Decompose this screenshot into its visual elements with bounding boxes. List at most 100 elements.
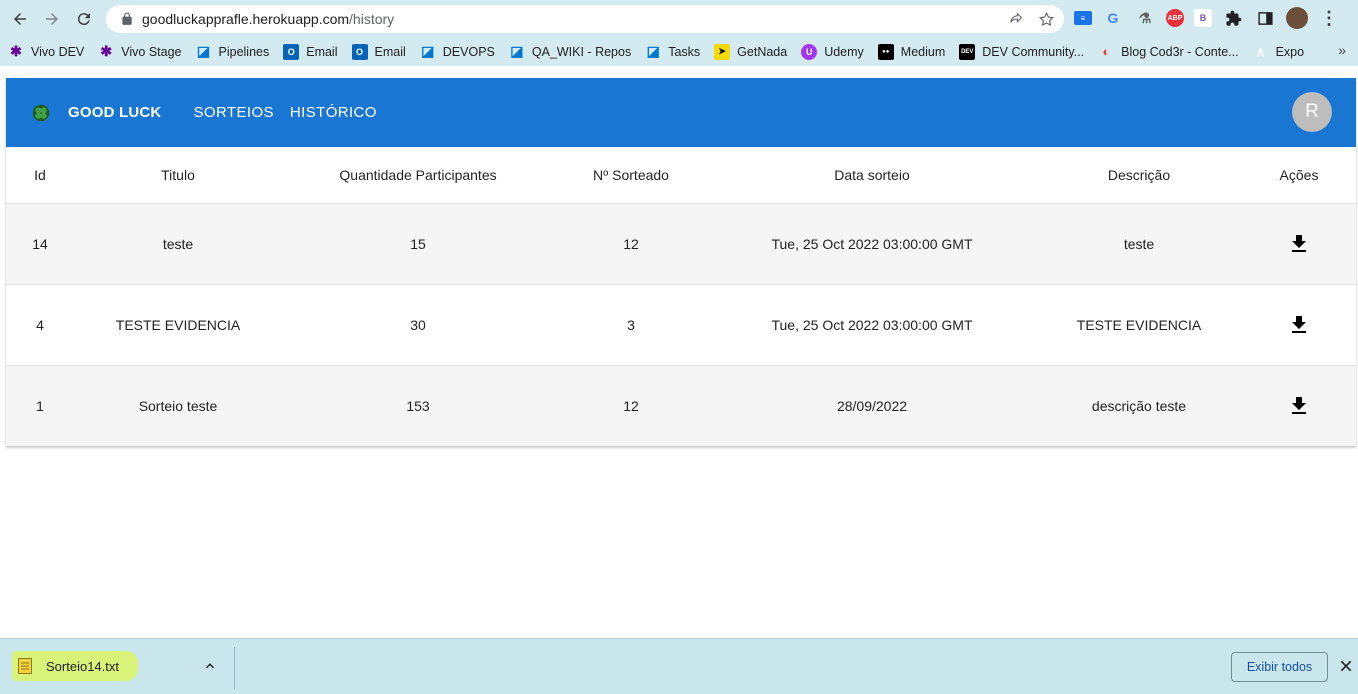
history-table-container: Id Titulo Quantidade Participantes Nº So… [6, 147, 1356, 446]
browser-toolbar: goodluckapprafle.herokuapp.com/history ≡… [0, 0, 1358, 37]
getnada-icon: ➤ [714, 43, 731, 60]
page-gap [0, 66, 1358, 78]
cell-acoes [1242, 203, 1356, 285]
bookmark-label: Email [374, 44, 406, 59]
brand-title: GOOD LUCK [68, 104, 162, 121]
bookmark-item[interactable]: ➤ GetNada [714, 43, 788, 60]
nav-sorteios[interactable]: SORTEIOS [193, 104, 273, 121]
adblock-plus-icon[interactable]: ABP [1166, 9, 1184, 27]
app-header: GOOD LUCK SORTEIOS HISTÓRICO R [6, 78, 1356, 147]
vivo-icon: ✱ [10, 43, 22, 59]
bookmark-label: Vivo DEV [31, 44, 85, 59]
azure-devops-icon: ◪ [646, 43, 660, 59]
bookmark-star-icon[interactable] [1036, 9, 1056, 29]
bookmark-label: QA_WIKI - Repos [531, 44, 632, 59]
outlook-icon: O [351, 43, 368, 60]
cell-numero: 12 [554, 365, 708, 446]
bookmark-item[interactable]: ✱ Vivo Stage [98, 43, 182, 60]
bookmark-item[interactable]: O Email [351, 43, 406, 60]
translate-extension-icon[interactable]: G [1102, 7, 1124, 29]
download-item[interactable]: Sorteio14.txt [12, 651, 138, 681]
share-icon[interactable] [1006, 9, 1026, 29]
bookmark-label: Tasks [668, 44, 701, 59]
profile-avatar[interactable] [1286, 7, 1308, 29]
bookmark-item[interactable]: ●● Medium [877, 43, 946, 60]
azure-devops-icon: ◪ [510, 43, 524, 59]
header-data-sorteio: Data sorteio [708, 147, 1036, 204]
chevron-up-icon[interactable] [203, 659, 217, 673]
bookmark-label: DEV Community... [982, 44, 1085, 59]
show-all-downloads-button[interactable]: Exibir todos [1231, 652, 1328, 682]
download-icon[interactable] [1287, 232, 1311, 256]
bookmark-item[interactable]: ◪ QA_WIKI - Repos [509, 43, 632, 60]
download-shelf: Sorteio14.txt Exibir todos [0, 638, 1358, 694]
bookmark-item[interactable]: DEV DEV Community... [959, 43, 1085, 60]
bookmark-label: Email [306, 44, 338, 59]
udemy-icon: U [801, 43, 818, 60]
azure-devops-icon: ◪ [196, 43, 211, 59]
google-icon: ◐ [1102, 44, 1111, 59]
forward-button[interactable] [36, 3, 68, 35]
contact-card-extension-icon[interactable]: ≡ [1074, 11, 1092, 25]
table-row: 4 TESTE EVIDENCIA 30 3 Tue, 25 Oct 2022 … [6, 284, 1356, 366]
header-quantidade: Quantidade Participantes [282, 147, 554, 204]
cell-data: Tue, 25 Oct 2022 03:00:00 GMT [708, 284, 1036, 366]
table-row: 14 teste 15 12 Tue, 25 Oct 2022 03:00:00… [6, 203, 1356, 285]
user-avatar[interactable]: R [1292, 92, 1332, 132]
back-button[interactable] [4, 3, 36, 35]
nav-historico[interactable]: HISTÓRICO [290, 104, 377, 121]
azure-devops-icon: ◪ [421, 43, 435, 59]
header-acoes: Ações [1242, 147, 1356, 204]
download-icon[interactable] [1287, 394, 1311, 418]
puzzle-extensions-icon[interactable] [1222, 7, 1244, 29]
download-icon[interactable] [1287, 313, 1311, 337]
bookmark-label: Pipelines [218, 44, 270, 59]
side-panel-icon[interactable] [1254, 7, 1276, 29]
bookmark-item[interactable]: U Udemy [801, 43, 864, 60]
bookmark-label: Medium [900, 44, 946, 59]
bookmark-label: Udemy [824, 44, 864, 59]
header-numero-sorteado: Nº Sorteado [554, 147, 708, 204]
cell-quantidade: 15 [282, 203, 554, 285]
text-file-icon [18, 658, 32, 674]
cell-numero: 3 [554, 284, 708, 366]
cell-acoes [1242, 284, 1356, 366]
bookmark-label: Blog Cod3r - Conte... [1121, 44, 1239, 59]
bookmarks-bar: ✱ Vivo DEV ✱ Vivo Stage ◪ Pipelines O Email O Ema… [0, 37, 1358, 66]
bookmark-label: Vivo Stage [121, 44, 182, 59]
bootstrap-extension-icon[interactable]: B [1194, 9, 1212, 27]
cell-descricao: descrição teste [1036, 365, 1242, 446]
bookmark-label: DEVOPS [442, 44, 495, 59]
bookmark-item[interactable]: ✱ Vivo DEV [8, 43, 85, 60]
bookmark-item[interactable]: ◐ Blog Cod3r - Conte... [1098, 44, 1238, 60]
vivo-icon: ✱ [100, 43, 113, 59]
arrow-right-icon [46, 12, 58, 25]
bookmark-label: GetNada [737, 44, 788, 59]
bookmark-item[interactable]: ◪ DEVOPS [420, 43, 495, 60]
flask-extension-icon[interactable]: ⚗ [1134, 7, 1156, 29]
bookmark-item[interactable]: O Email [283, 43, 338, 60]
bookmark-item[interactable]: ◪ Pipelines [196, 43, 270, 60]
cell-data: 28/09/2022 [708, 365, 1036, 446]
table-row: 1 Sorteio teste 153 12 28/09/2022 descri… [6, 365, 1356, 446]
bookmark-item[interactable]: ◪ Tasks [645, 43, 701, 60]
cell-id: 14 [6, 203, 74, 285]
cell-numero: 12 [554, 203, 708, 285]
table-header-row: Id Titulo Quantidade Participantes Nº So… [6, 147, 1356, 204]
medium-icon: ●● [877, 43, 894, 60]
reload-button[interactable] [68, 3, 100, 35]
cell-quantidade: 153 [282, 365, 554, 446]
shelf-divider [234, 647, 235, 689]
cell-quantidade: 30 [282, 284, 554, 366]
bookmarks-overflow-icon[interactable]: » [1338, 42, 1346, 58]
address-bar[interactable]: goodluckapprafle.herokuapp.com/history [106, 5, 1064, 33]
bookmark-item[interactable]: ∧ Expo [1253, 44, 1304, 60]
clover-icon [32, 104, 50, 121]
chrome-menu-icon[interactable]: ⋮ [1318, 7, 1340, 29]
cell-titulo: Sorteio teste [74, 365, 282, 446]
header-titulo: Titulo [74, 147, 282, 204]
close-icon[interactable] [1338, 658, 1354, 674]
outlook-icon: O [283, 43, 300, 60]
cell-titulo: TESTE EVIDENCIA [74, 284, 282, 366]
lock-icon [122, 12, 132, 25]
